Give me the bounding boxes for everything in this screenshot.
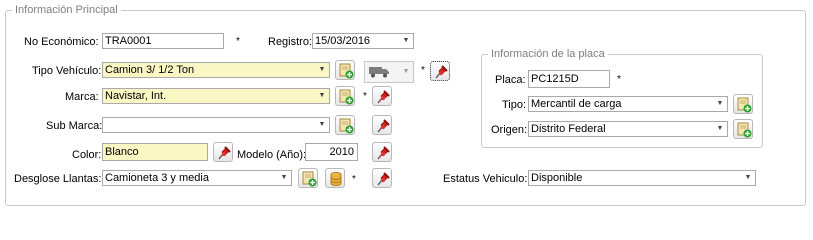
origen-value: Distrito Federal [531,123,606,135]
chevron-down-icon[interactable]: ▼ [277,171,291,185]
chevron-down-icon[interactable]: ▼ [315,118,329,132]
chevron-down-icon[interactable]: ▼ [315,89,329,103]
add-sub-marca-button[interactable] [335,115,355,135]
required-mark: * [236,36,240,47]
placa-input[interactable]: PC1215D [528,70,610,88]
pin-color-button[interactable] [213,142,233,162]
add-document-icon [736,97,752,113]
chevron-down-icon[interactable]: ▼ [315,63,329,77]
tipo-vehiculo-label: Tipo Vehículo: [32,65,102,77]
main-info-legend: Información Principal [15,4,118,16]
add-origen-button[interactable] [733,119,753,139]
estatus-vehiculo-label: Estatus Vehiculo: [443,173,528,185]
chevron-down-icon[interactable]: ▼ [741,171,755,185]
desglose-llantas-select[interactable]: Camioneta 3 y media ▼ [102,170,292,186]
modelo-label: Modelo (Año): [237,149,307,161]
chevron-down-icon[interactable]: ▼ [399,34,413,48]
estatus-vehiculo-select[interactable]: Disponible ▼ [528,170,756,186]
pushpin-icon [216,145,232,161]
tipo-placa-value: Mercantil de carga [531,98,622,110]
pushpin-icon [375,171,391,187]
tipo-placa-select[interactable]: Mercantil de carga ▼ [528,96,728,112]
chevron-down-icon[interactable]: ▼ [399,65,413,79]
add-document-icon [338,89,354,105]
chevron-down-icon[interactable]: ▼ [713,97,727,111]
desglose-llantas-value: Camioneta 3 y media [105,172,209,184]
add-tipo-vehiculo-button[interactable] [335,60,355,80]
required-mark: * [363,91,367,102]
pushpin-icon [375,145,391,161]
tipo-vehiculo-value: Camion 3/ 1/2 Ton [105,64,195,76]
marca-select[interactable]: Navistar, Int. ▼ [102,88,330,104]
add-document-icon [301,171,317,187]
add-tipo-placa-button[interactable] [733,94,753,114]
pushpin-icon [433,64,449,80]
origen-select[interactable]: Distrito Federal ▼ [528,121,728,137]
sub-marca-label: Sub Marca: [46,120,103,132]
tipo-vehiculo-select[interactable]: Camion 3/ 1/2 Ton ▼ [102,62,330,78]
origen-label: Origen: [491,124,528,136]
registro-date-picker[interactable]: 15/03/2016 ▼ [312,33,414,49]
database-icon [328,171,344,187]
marca-value: Navistar, Int. [105,90,167,102]
marca-label: Marca: [65,91,99,103]
add-document-icon [338,63,354,79]
pushpin-icon [375,118,391,134]
registro-value: 15/03/2016 [315,35,371,47]
add-marca-button[interactable] [335,86,355,106]
pin-sub-marca-button[interactable] [372,115,392,135]
required-mark: * [617,74,621,85]
pushpin-icon [375,89,391,105]
add-desglose-llantas-button[interactable] [298,168,318,188]
modelo-input[interactable]: 2010 [305,143,358,161]
no-economico-label: No Económico: [24,36,99,48]
pin-modelo-button[interactable] [372,142,392,162]
add-document-icon [338,118,354,134]
required-mark: * [421,65,425,76]
chevron-down-icon[interactable]: ▼ [713,122,727,136]
estatus-vehiculo-value: Disponible [531,172,583,184]
color-input[interactable]: Blanco [102,143,208,161]
no-economico-input[interactable]: TRA0001 [102,33,224,49]
color-label: Color: [72,149,102,161]
vehicle-icon-select[interactable]: ▼ [364,61,414,83]
plate-info-legend: Información de la placa [491,48,605,60]
registro-label: Registro: [268,36,313,48]
truck-icon [369,67,389,78]
pin-desglose-llantas-button[interactable] [372,168,392,188]
desglose-llantas-label: Desglose Llantas: [14,173,102,185]
placa-label: Placa: [495,74,526,86]
sub-marca-select[interactable]: ▼ [102,117,330,133]
pin-marca-button[interactable] [372,86,392,106]
database-button[interactable] [325,168,345,188]
required-mark: * [352,174,356,185]
pin-tipo-vehiculo-button[interactable] [430,61,450,81]
tipo-placa-label: Tipo: [502,99,527,111]
add-document-icon [736,122,752,138]
